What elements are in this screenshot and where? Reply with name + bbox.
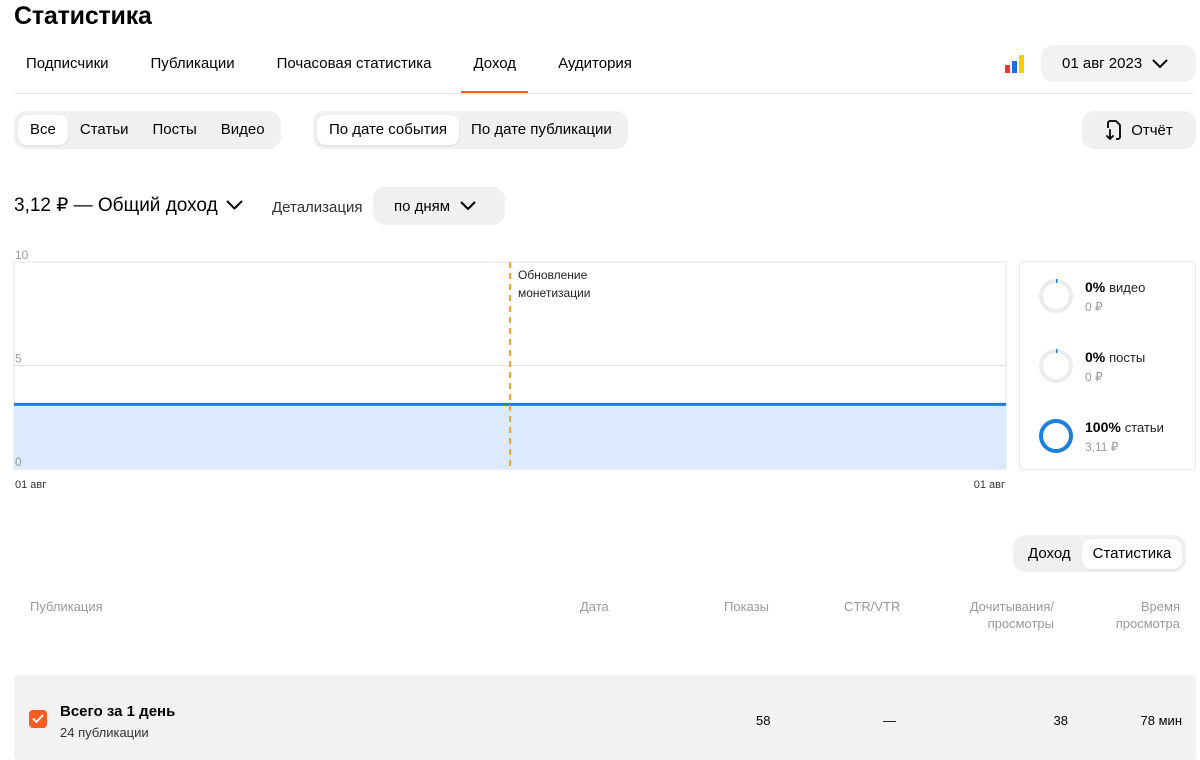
- y-tick-label: 5: [15, 352, 22, 366]
- column-time-line2: просмотра: [1115, 616, 1180, 631]
- ring-progress-icon: [1039, 419, 1073, 453]
- total-ctr: —: [883, 713, 896, 728]
- breakdown-percent: 0% посты: [1085, 349, 1146, 365]
- tab-audience[interactable]: Аудитория: [546, 44, 644, 94]
- chevron-down-icon: [460, 201, 476, 210]
- total-title: Всего за 1 день: [60, 703, 176, 720]
- date-mode-filter: По дате события По дате публикации: [313, 111, 628, 149]
- breakdown-amount: 3,11 ₽: [1085, 440, 1119, 454]
- ring-progress-icon: [1039, 349, 1073, 383]
- column-views[interactable]: Показы: [724, 598, 769, 615]
- page-title: Статистика: [14, 2, 152, 30]
- y-tick-label: 0: [15, 455, 22, 469]
- breakdown-percent: 0% видео: [1085, 279, 1146, 295]
- breakdown-amount: 0 ₽: [1085, 300, 1103, 314]
- annotation-label-line1: Обновление: [518, 268, 588, 282]
- annotation-label-line2: монетизации: [518, 286, 590, 300]
- column-time-line1: Время: [1140, 599, 1180, 614]
- tab-subscribers[interactable]: Подписчики: [14, 44, 121, 94]
- detail-select[interactable]: по дням: [373, 187, 505, 225]
- series-area: [14, 404, 1006, 469]
- filter-by-publication-date[interactable]: По дате публикации: [459, 115, 624, 145]
- column-publication[interactable]: Публикация: [30, 598, 103, 615]
- total-view-time: 78 мин: [1140, 713, 1182, 728]
- main-tabs: Подписчики Публикации Почасовая статисти…: [14, 44, 662, 94]
- detail-select-value: по дням: [394, 197, 451, 215]
- x-tick-label: 01 авг: [974, 479, 1005, 491]
- chevron-down-icon: [226, 200, 243, 210]
- y-tick-label: 10: [15, 248, 29, 262]
- breakdown-percent: 100% статьи: [1085, 419, 1164, 435]
- filter-all[interactable]: Все: [18, 115, 68, 145]
- column-reads-line2: просмотры: [987, 616, 1054, 631]
- total-income-dropdown[interactable]: 3,12 ₽ — Общий доход: [14, 194, 243, 217]
- breakdown-amount: 0 ₽: [1085, 370, 1103, 384]
- breakdown-posts: 0% посты 0 ₽: [1038, 348, 1188, 388]
- ring-track: [1039, 279, 1073, 313]
- check-icon: [32, 714, 44, 723]
- column-date[interactable]: Дата: [580, 598, 609, 615]
- x-tick-label: 01 авг: [15, 479, 46, 491]
- column-reads[interactable]: Дочитывания/ просмотры: [970, 598, 1054, 632]
- table-total-row: Всего за 1 день 24 публикации 58 — 38 78…: [14, 675, 1196, 760]
- chart-series: [13, 402, 1007, 469]
- filter-video[interactable]: Видео: [209, 115, 277, 145]
- view-switch: Доход Статистика: [1013, 535, 1187, 572]
- income-breakdown-panel: 0% видео 0 ₽ 0% посты 0 ₽ 100% статьи 3,…: [1019, 261, 1196, 470]
- breakdown-articles: 100% статьи 3,11 ₽: [1038, 418, 1188, 458]
- filter-articles[interactable]: Статьи: [68, 115, 141, 145]
- filter-by-event-date[interactable]: По дате события: [317, 115, 460, 145]
- total-subtitle: 24 публикации: [60, 725, 149, 740]
- ring-fill: [1039, 419, 1073, 453]
- download-file-icon: [1106, 120, 1122, 140]
- bar-chart-logo-icon: [1005, 55, 1024, 73]
- income-chart: Обновление монетизации 10 5 0 01 авг 01 авг: [13, 248, 1007, 491]
- ring-track: [1039, 349, 1073, 383]
- chevron-down-icon: [1152, 59, 1168, 68]
- view-income[interactable]: Доход: [1017, 539, 1082, 569]
- date-picker-value: 01 авг 2023: [1062, 55, 1143, 72]
- tabs-divider: [14, 93, 1194, 94]
- tab-hourly-stats[interactable]: Почасовая статистика: [265, 44, 444, 94]
- report-label: Отчёт: [1131, 121, 1173, 139]
- total-income-label: 3,12 ₽ — Общий доход: [14, 195, 218, 216]
- column-ctr[interactable]: CTR/VTR: [844, 598, 900, 615]
- select-all-checkbox[interactable]: [29, 710, 47, 728]
- report-button[interactable]: Отчёт: [1082, 111, 1196, 149]
- column-view-time[interactable]: Время просмотра: [1116, 598, 1180, 632]
- view-statistics[interactable]: Статистика: [1081, 538, 1183, 569]
- date-picker[interactable]: 01 авг 2023: [1041, 45, 1196, 82]
- column-reads-line1: Дочитывания/: [969, 599, 1054, 614]
- filter-posts[interactable]: Посты: [140, 115, 208, 145]
- tab-income[interactable]: Доход: [461, 44, 528, 94]
- content-type-filter: Все Статьи Посты Видео: [14, 111, 281, 149]
- breakdown-video: 0% видео 0 ₽: [1038, 278, 1188, 318]
- total-reads: 38: [1053, 713, 1068, 728]
- detail-label: Детализация: [272, 199, 363, 216]
- total-views: 58: [756, 713, 771, 728]
- tab-publications[interactable]: Публикации: [139, 44, 247, 94]
- ring-progress-icon: [1039, 279, 1073, 313]
